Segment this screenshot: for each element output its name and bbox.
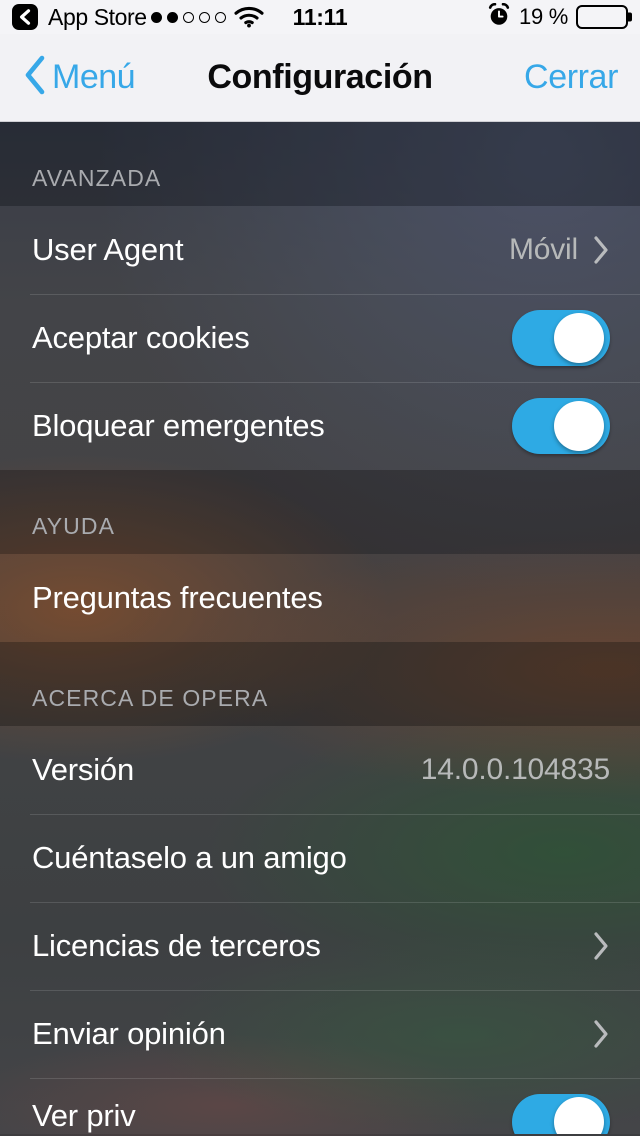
toggle-knob (554, 1097, 604, 1134)
section-header-acerca-de-opera: ACERCA DE OPERA (0, 642, 640, 726)
chevron-right-icon (592, 1019, 610, 1049)
row-value: Móvil (508, 233, 578, 266)
row-version: Versión 14.0.0.104835 (0, 726, 640, 814)
signal-dot (214, 11, 226, 23)
alarm-clock-icon (487, 2, 511, 32)
battery-icon (576, 5, 628, 29)
section-header-label: AVANZADA (32, 165, 162, 191)
settings-content: AVANZADA User Agent Móvil Aceptar cookie… (0, 122, 640, 1136)
close-button[interactable]: Cerrar (524, 58, 618, 97)
status-bar-back-to-app[interactable]: App Store (12, 4, 147, 31)
status-bar: App Store 11:11 19 % (0, 0, 640, 34)
status-bar-app-name: App Store (48, 3, 147, 30)
section-header-avanzada: AVANZADA (0, 122, 640, 206)
section-header-label: AYUDA (32, 513, 116, 539)
section-header-label: ACERCA DE OPERA (32, 685, 269, 711)
row-user-agent[interactable]: User Agent Móvil (0, 206, 640, 294)
row-partially-visible[interactable]: Ver priv (0, 1078, 640, 1134)
chevron-right-icon (592, 931, 610, 961)
row-label: User Agent (32, 232, 184, 267)
row-enviar-opinion[interactable]: Enviar opinión (0, 990, 640, 1078)
signal-dot (182, 11, 194, 23)
signal-dot (150, 11, 162, 23)
toggle-aceptar-cookies[interactable] (512, 310, 610, 366)
toggle-knob (554, 401, 604, 451)
row-label: Cuéntaselo a un amigo (32, 840, 347, 875)
row-value-version: 14.0.0.104835 (420, 753, 610, 786)
battery-percent-label: 19 % (519, 4, 568, 29)
chevron-left-icon (22, 54, 48, 101)
row-label: Preguntas frecuentes (32, 580, 323, 615)
row-label: Licencias de terceros (32, 928, 321, 963)
wifi-icon (234, 6, 264, 28)
row-aceptar-cookies[interactable]: Aceptar cookies (0, 294, 640, 382)
signal-dot (198, 11, 210, 23)
toggle-partially-visible[interactable] (512, 1094, 610, 1134)
row-label: Bloquear emergentes (32, 408, 325, 443)
signal-dot (166, 11, 178, 23)
back-button[interactable]: Menú (22, 54, 136, 101)
row-label: Enviar opinión (32, 1016, 226, 1051)
navigation-bar: Menú Configuración Cerrar (0, 34, 640, 122)
row-preguntas-frecuentes[interactable]: Preguntas frecuentes (0, 554, 640, 642)
status-bar-right-cluster: 19 % (487, 2, 628, 32)
row-label: Versión (32, 752, 134, 787)
row-licencias-de-terceros[interactable]: Licencias de terceros (0, 902, 640, 990)
settings-scroll-area[interactable]: AVANZADA User Agent Móvil Aceptar cookie… (0, 122, 640, 1134)
toggle-knob (554, 313, 604, 363)
row-bloquear-emergentes[interactable]: Bloquear emergentes (0, 382, 640, 470)
row-label: Aceptar cookies (32, 320, 250, 355)
chevron-right-icon (592, 235, 610, 265)
section-header-ayuda: AYUDA (0, 470, 640, 554)
chevron-left-icon (12, 4, 38, 30)
toggle-bloquear-emergentes[interactable] (512, 398, 610, 454)
row-label: Ver priv (32, 1098, 136, 1133)
row-cuentaselo-a-un-amigo[interactable]: Cuéntaselo a un amigo (0, 814, 640, 902)
back-button-label: Menú (52, 58, 136, 96)
signal-strength-dots (150, 11, 226, 23)
